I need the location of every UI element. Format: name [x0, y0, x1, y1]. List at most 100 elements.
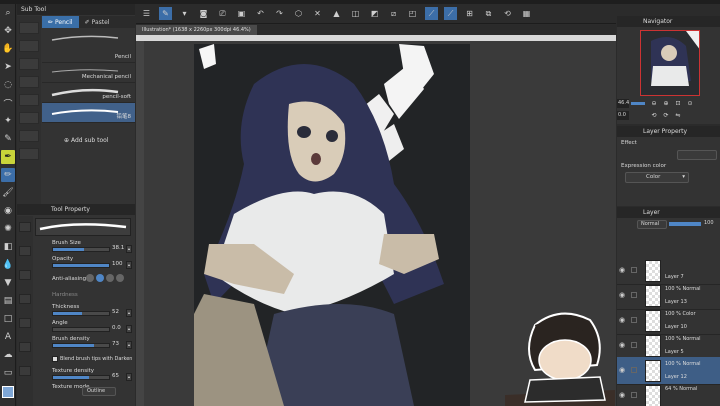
menu-icon[interactable]: ☰ — [140, 7, 153, 20]
auto-select-icon[interactable]: ✦ — [1, 114, 15, 128]
texture-mode-select[interactable]: Outline — [82, 387, 116, 396]
brush-tool-icon[interactable]: 🖌 — [1, 186, 15, 200]
property-slider[interactable] — [52, 247, 110, 252]
visibility-eye-icon[interactable]: ◉ — [619, 366, 625, 374]
hand-tool-icon[interactable]: ✋ — [1, 42, 15, 56]
tool-property-row[interactable]: Brush density 73 ▴ — [50, 336, 135, 350]
subtool-group-button[interactable] — [19, 94, 39, 106]
mirror-icon[interactable]: ⧉ — [482, 7, 495, 20]
spinner-icon[interactable]: ▴ — [126, 261, 132, 269]
eraser-tool-icon[interactable]: ◧ — [1, 240, 15, 254]
layer-row[interactable]: ◉ Layer 7 — [617, 257, 720, 285]
angle-value[interactable]: 0.0 — [617, 111, 629, 120]
anti-aliasing-option[interactable] — [106, 274, 114, 282]
zoom-slider[interactable] — [631, 102, 645, 105]
side-button[interactable] — [19, 222, 31, 232]
undo-icon[interactable]: ↶ — [254, 7, 267, 20]
snap-ruler-icon[interactable]: ⟋ — [425, 7, 438, 20]
visibility-eye-icon[interactable]: ◉ — [619, 266, 625, 274]
zoom-out-icon[interactable]: ⊖ — [649, 99, 659, 108]
property-slider[interactable] — [52, 327, 110, 332]
screenshot-icon[interactable]: ⎚ — [216, 7, 229, 20]
effect-buttons[interactable] — [677, 150, 717, 160]
actual-size-icon[interactable]: ⊙ — [685, 99, 695, 108]
spinner-icon[interactable]: ▴ — [126, 341, 132, 349]
brush-item-pencil[interactable]: Pencil — [42, 29, 135, 63]
layer-row[interactable]: ◉ 100 % Normal Layer 12 — [617, 357, 720, 385]
layer-lock-checkbox[interactable] — [631, 292, 637, 298]
blend-checkbox[interactable] — [52, 356, 58, 362]
decoration-tool-icon[interactable]: ✺ — [1, 222, 15, 236]
visibility-eye-icon[interactable]: ◉ — [619, 316, 625, 324]
dropdown-icon[interactable]: ▾ — [178, 7, 191, 20]
brush-item-custom[interactable]: 铅笔8 — [42, 103, 135, 123]
rotate-right-icon[interactable]: ⟳ — [661, 111, 671, 120]
subtool-group-button[interactable] — [19, 58, 39, 70]
layer-lock-checkbox[interactable] — [631, 317, 637, 323]
move-tool-icon[interactable]: ✥ — [1, 24, 15, 38]
layer-lock-checkbox[interactable] — [631, 392, 637, 398]
property-slider[interactable] — [52, 263, 110, 268]
layer-lock-checkbox[interactable] — [631, 267, 637, 273]
visibility-eye-icon[interactable]: ◉ — [619, 341, 625, 349]
tab-pencil[interactable]: ✏ Pencil — [42, 16, 79, 28]
layer-lock-checkbox[interactable] — [631, 367, 637, 373]
visibility-eye-icon[interactable]: ◉ — [619, 391, 625, 399]
property-slider[interactable] — [52, 375, 110, 380]
property-value[interactable]: 52 — [112, 309, 119, 315]
visibility-eye-icon[interactable]: ◉ — [619, 291, 625, 299]
layer-row[interactable]: ◉ 100 % Normal Layer 13 — [617, 282, 720, 310]
invert-selection-icon[interactable]: ◩ — [368, 7, 381, 20]
property-value[interactable]: 38.1 — [112, 245, 124, 251]
anti-aliasing-option[interactable] — [116, 274, 124, 282]
blend-mode-select[interactable]: Normal — [637, 220, 667, 229]
pen-tool-icon[interactable]: ✒ — [1, 150, 15, 164]
anti-aliasing-option[interactable] — [96, 274, 104, 282]
layer-row[interactable]: ◉ 100 % Normal Layer 5 — [617, 332, 720, 360]
property-value[interactable]: 100 — [112, 261, 123, 267]
pencil-tool-icon[interactable]: ✏ — [1, 168, 15, 182]
blend-tool-icon[interactable]: 💧 — [1, 258, 15, 272]
brush-item-pencil-soft[interactable]: pencil-soft — [42, 83, 135, 103]
tool-property-row[interactable]: Brush Size 38.1 ▴ — [50, 240, 135, 254]
anti-aliasing-option[interactable] — [86, 274, 94, 282]
layer-row[interactable]: ◉ 64 % Normal — [617, 382, 720, 406]
subtool-group-button[interactable] — [19, 76, 39, 88]
selection-tool-icon[interactable]: ◌ — [1, 78, 15, 92]
text-tool-icon[interactable]: A — [1, 330, 15, 344]
property-value[interactable]: 65 — [112, 373, 119, 379]
property-value[interactable]: 73 — [112, 341, 119, 347]
main-color-swatch[interactable] — [2, 386, 14, 398]
grid-icon[interactable]: ▦ — [520, 7, 533, 20]
add-subtool-button[interactable]: ⊕ Add sub tool — [64, 137, 108, 144]
layer-row[interactable]: ◉ 100 % Color Layer 10 — [617, 307, 720, 335]
selection-border-icon[interactable]: ⧄ — [387, 7, 400, 20]
spinner-icon[interactable]: ▴ — [126, 309, 132, 317]
balloon-tool-icon[interactable]: ☁ — [1, 348, 15, 362]
view-icon[interactable]: ◙ — [197, 7, 210, 20]
brush-mode-icon[interactable]: ✎ — [159, 7, 172, 20]
property-slider[interactable] — [52, 343, 110, 348]
show-area-icon[interactable]: ◰ — [406, 7, 419, 20]
transform-icon[interactable]: ⬡ — [292, 7, 305, 20]
spinner-icon[interactable]: ▴ — [126, 373, 132, 381]
layer-opacity-value[interactable]: 100 — [704, 220, 714, 226]
timelapse-icon[interactable]: ▣ — [235, 7, 248, 20]
spinner-icon[interactable]: ▴ — [126, 245, 132, 253]
figure-tool-icon[interactable]: □ — [1, 312, 15, 326]
tool-property-row[interactable]: Angle 0.0 ▴ — [50, 320, 135, 334]
navigator-thumbnail[interactable] — [640, 30, 700, 96]
tool-property-row[interactable]: Texture mode Outline — [50, 384, 135, 398]
eyedropper-icon[interactable]: ✎ — [1, 132, 15, 146]
spinner-icon[interactable]: ▴ — [126, 325, 132, 333]
fit-icon[interactable]: ⊡ — [673, 99, 683, 108]
airbrush-tool-icon[interactable]: ◉ — [1, 204, 15, 218]
property-value[interactable]: 0.0 — [112, 325, 121, 331]
rotate-icon[interactable]: ⟲ — [501, 7, 514, 20]
tool-property-row[interactable]: Anti-aliasing — [50, 272, 135, 286]
subtool-group-button[interactable] — [19, 40, 39, 52]
rotate-left-icon[interactable]: ⟲ — [649, 111, 659, 120]
fill-icon[interactable]: ▲ — [330, 7, 343, 20]
lasso-tool-icon[interactable]: ⌒ — [1, 96, 15, 110]
expression-color-select[interactable]: Color ▾ — [625, 172, 689, 183]
